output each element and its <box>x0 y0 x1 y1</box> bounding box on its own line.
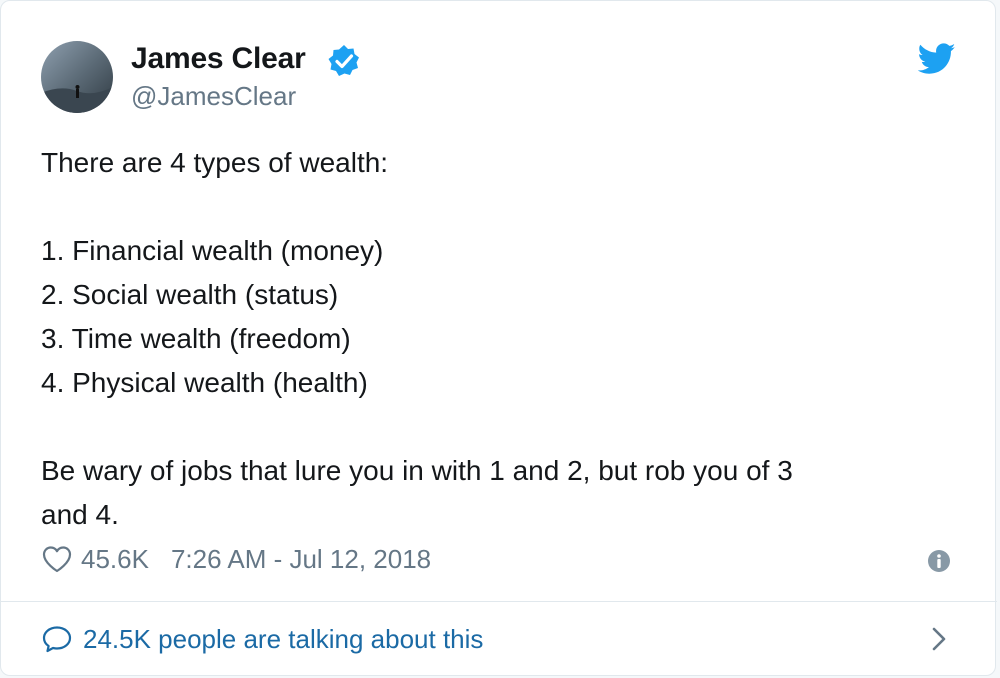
tweet-timestamp[interactable]: 7:26 AM - Jul 12, 2018 <box>171 541 431 577</box>
chevron-right-icon[interactable] <box>929 625 949 653</box>
verified-badge-icon <box>328 45 359 76</box>
list-item: 3. Time wealth (freedom) <box>41 323 351 354</box>
tweet-closing-line: and 4. <box>41 499 119 530</box>
info-icon[interactable] <box>927 549 951 573</box>
twitter-bird-icon[interactable] <box>918 43 956 75</box>
tweet-meta: 45.6K 7:26 AM - Jul 12, 2018 <box>41 541 431 577</box>
speech-bubble-icon <box>42 626 72 653</box>
avatar[interactable] <box>41 41 113 113</box>
like-count[interactable]: 45.6K <box>81 541 149 577</box>
tweet-closing-line: Be wary of jobs that lure you in with 1 … <box>41 455 793 486</box>
divider <box>1 601 997 602</box>
tweet-intro: There are 4 types of wealth: <box>41 147 389 178</box>
author-name[interactable]: James Clear <box>131 41 306 77</box>
conversation-link[interactable]: 24.5K people are talking about this <box>41 621 483 657</box>
list-item: 2. Social wealth (status) <box>41 279 339 310</box>
author-handle[interactable]: @JamesClear <box>131 81 296 111</box>
heart-icon[interactable] <box>41 544 73 574</box>
talking-label: 24.5K people are talking about this <box>83 624 484 654</box>
tweet-text: There are 4 types of wealth: 1. Financia… <box>41 141 941 537</box>
tweet-card: James Clear @JamesClear There are 4 type… <box>0 0 997 676</box>
list-item: 1. Financial wealth (money) <box>41 235 384 266</box>
list-item: 4. Physical wealth (health) <box>41 367 368 398</box>
